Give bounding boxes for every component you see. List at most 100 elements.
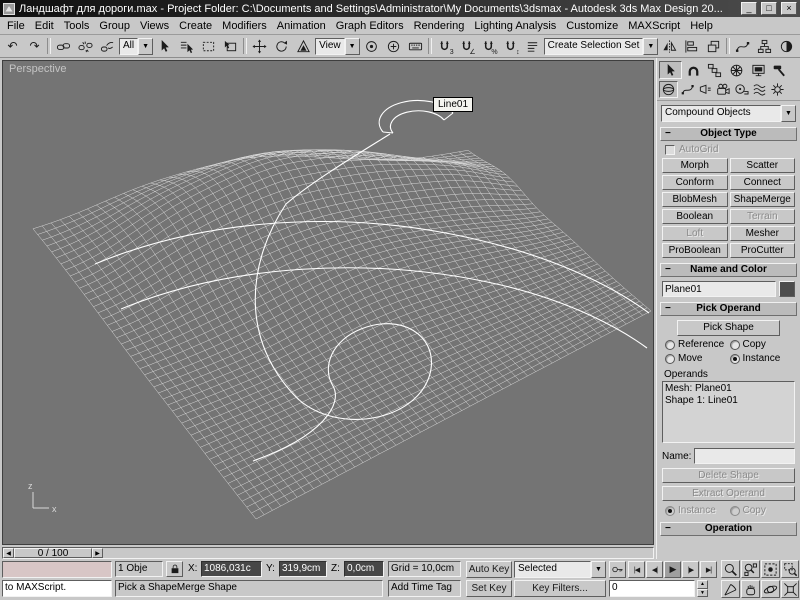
zoom-icon[interactable] [721, 560, 740, 578]
procutter-button[interactable]: ProCutter [729, 243, 795, 258]
blobmesh-button[interactable]: BlobMesh [662, 192, 728, 207]
maximize-viewport-toggle-icon[interactable] [781, 580, 799, 598]
add-time-tag[interactable]: Add Time Tag [388, 580, 461, 597]
operand-item-shape[interactable]: Shape 1: Line01 [665, 395, 792, 407]
menu-create[interactable]: Create [174, 18, 217, 34]
selection-filter-dropdown[interactable]: All ▼ [119, 37, 154, 55]
tab-utilities[interactable] [769, 61, 790, 79]
current-frame-field[interactable]: 0 [609, 580, 695, 597]
operand-name-input[interactable] [694, 448, 795, 464]
chevron-down-icon[interactable]: ▼ [138, 37, 154, 55]
category-systems-icon[interactable] [769, 81, 786, 98]
y-coordinate-field[interactable]: 319,9cm [279, 561, 327, 577]
edit-named-selection-sets-icon[interactable] [522, 36, 543, 56]
snaps-toggle-icon[interactable]: 3 [434, 36, 455, 56]
select-link-icon[interactable] [53, 36, 74, 56]
unlink-selection-icon[interactable] [75, 36, 96, 56]
tab-motion[interactable] [726, 61, 747, 79]
set-key-button[interactable]: Set Key [466, 580, 512, 597]
radio-instance[interactable]: Instance [729, 352, 793, 365]
boolean-button[interactable]: Boolean [662, 209, 728, 224]
operand-item-mesh[interactable]: Mesh: Plane01 [665, 383, 792, 395]
macro-recorder-pane[interactable] [2, 561, 112, 578]
viewport-label[interactable]: Perspective [9, 63, 66, 75]
rollout-operation[interactable]: − Operation [660, 522, 797, 536]
category-lights-icon[interactable] [697, 81, 714, 98]
chevron-down-icon[interactable]: ▼ [781, 105, 796, 122]
category-helpers-icon[interactable] [733, 81, 750, 98]
next-frame-arrow[interactable]: ▶ [92, 548, 103, 558]
menu-graph-editors[interactable]: Graph Editors [331, 18, 409, 34]
radio-reference[interactable]: Reference [665, 338, 728, 351]
zoom-all-icon[interactable] [741, 560, 760, 578]
select-and-rotate-icon[interactable] [271, 36, 292, 56]
morph-button[interactable]: Morph [662, 158, 728, 173]
percent-snap-icon[interactable]: % [478, 36, 499, 56]
menu-customize[interactable]: Customize [561, 18, 623, 34]
rollout-object-type[interactable]: − Object Type [660, 127, 797, 141]
pan-icon[interactable] [741, 580, 760, 598]
arc-rotate-icon[interactable] [761, 580, 780, 598]
angle-snap-icon[interactable]: ∠ [456, 36, 477, 56]
tab-hierarchy[interactable] [704, 61, 725, 79]
zoom-extents-icon[interactable] [761, 560, 780, 578]
scatter-button[interactable]: Scatter [729, 158, 795, 173]
menu-lighting-analysis[interactable]: Lighting Analysis [469, 18, 561, 34]
previous-frame-arrow[interactable]: ◀ [3, 548, 14, 558]
menu-help[interactable]: Help [685, 18, 718, 34]
pick-shape-button[interactable]: Pick Shape [677, 320, 780, 336]
use-pivot-point-center-icon[interactable] [361, 36, 382, 56]
tab-modify[interactable] [683, 61, 704, 79]
z-coordinate-field[interactable]: 0,0cm [344, 561, 384, 577]
conform-button[interactable]: Conform [662, 175, 728, 190]
zoom-region-icon[interactable] [781, 560, 799, 578]
chevron-down-icon[interactable]: ▼ [591, 561, 606, 578]
chevron-down-icon[interactable]: ▼ [643, 37, 659, 55]
tab-display[interactable] [748, 61, 769, 79]
undo-icon[interactable]: ↶ [2, 36, 23, 56]
select-and-manipulate-icon[interactable] [383, 36, 404, 56]
mirror-icon[interactable] [659, 36, 680, 56]
named-selection-sets-dropdown[interactable]: Create Selection Set ▼ [543, 37, 659, 55]
rollout-name-and-color[interactable]: − Name and Color [660, 263, 797, 277]
category-space-warps-icon[interactable] [751, 81, 768, 98]
time-slider-track[interactable]: ◀ 0 / 100 ▶ [2, 547, 654, 559]
material-editor-icon[interactable] [776, 36, 797, 56]
menu-modifiers[interactable]: Modifiers [217, 18, 272, 34]
next-frame-button[interactable]: |▶ [682, 561, 699, 578]
tab-create[interactable] [659, 61, 682, 79]
menu-file[interactable]: File [2, 18, 30, 34]
connect-button[interactable]: Connect [729, 175, 795, 190]
go-to-end-button[interactable]: ▶| [700, 561, 717, 578]
schematic-view-icon[interactable] [754, 36, 775, 56]
minimize-button[interactable]: _ [741, 2, 757, 15]
reference-coordinate-dropdown[interactable]: View ▼ [315, 37, 360, 55]
menu-maxscript[interactable]: MAXScript [623, 18, 685, 34]
key-mode-dropdown[interactable]: Selected ▼ [514, 561, 606, 578]
select-and-scale-icon[interactable] [293, 36, 314, 56]
radio-move[interactable]: Move [665, 352, 728, 365]
menu-rendering[interactable]: Rendering [409, 18, 470, 34]
viewport-perspective[interactable]: z x Perspective Line01 [2, 60, 654, 545]
menu-edit[interactable]: Edit [30, 18, 59, 34]
curve-editor-icon[interactable] [732, 36, 753, 56]
shapemerge-button[interactable]: ShapeMerge [729, 192, 795, 207]
rollout-pick-operand[interactable]: − Pick Operand [660, 302, 797, 316]
radio-copy[interactable]: Copy [729, 338, 793, 351]
chevron-down-icon[interactable]: ▼ [344, 37, 360, 55]
mesher-button[interactable]: Mesher [729, 226, 795, 241]
menu-views[interactable]: Views [135, 18, 174, 34]
previous-frame-button[interactable]: ◀| [646, 561, 663, 578]
play-button[interactable]: ▶ [664, 561, 681, 578]
spinner-snap-icon[interactable]: ↕ [500, 36, 521, 56]
field-of-view-icon[interactable] [721, 580, 740, 598]
viewport-canvas[interactable]: z x [3, 61, 653, 544]
category-shapes-icon[interactable] [679, 81, 696, 98]
align-icon[interactable] [681, 36, 702, 56]
menu-animation[interactable]: Animation [272, 18, 331, 34]
menu-tools[interactable]: Tools [59, 18, 95, 34]
time-slider-handle[interactable]: 0 / 100 [14, 548, 92, 559]
maxscript-listener-pane[interactable]: to MAXScript. [2, 580, 112, 597]
category-cameras-icon[interactable] [715, 81, 732, 98]
key-filters-button[interactable]: Key Filters... [514, 580, 606, 597]
